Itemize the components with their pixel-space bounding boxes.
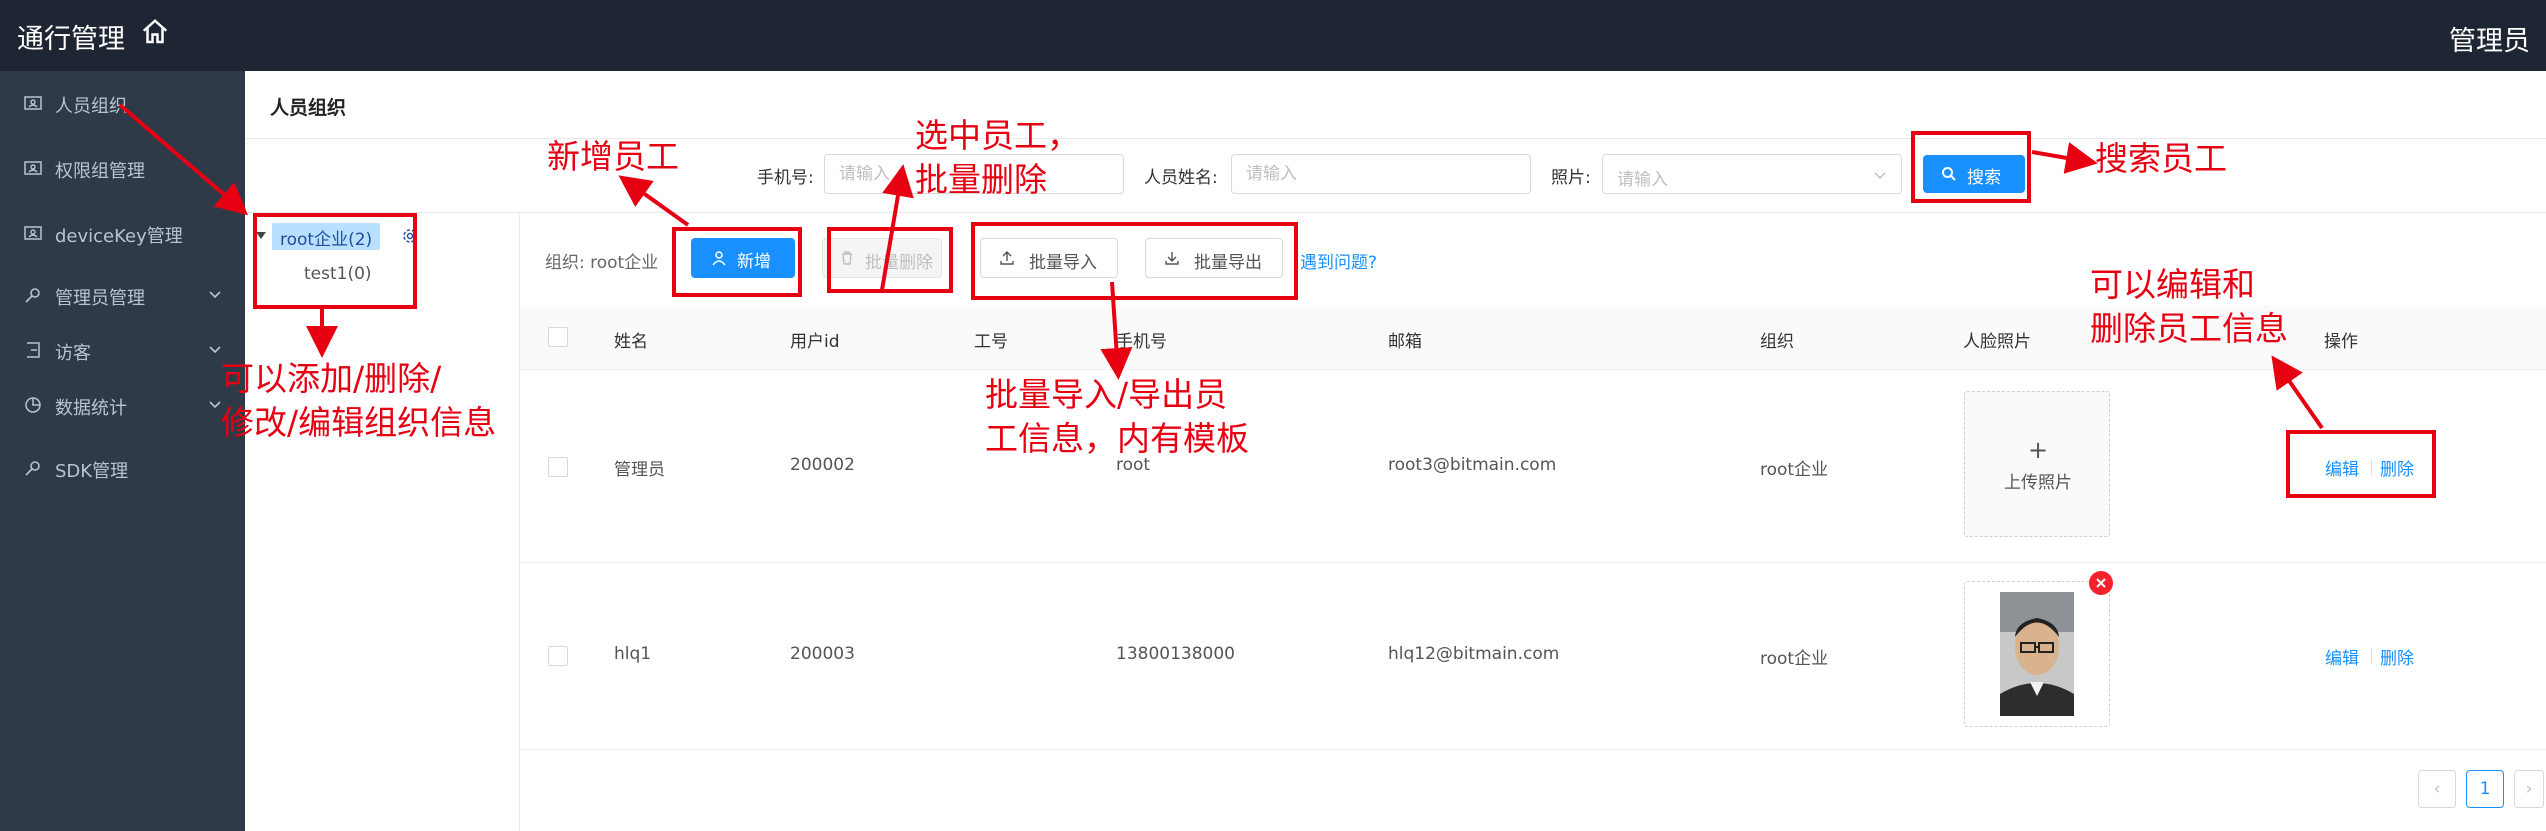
cell-org: root企业: [1760, 460, 1829, 480]
sidebar-item-admin-management[interactable]: 管理员管理: [0, 271, 245, 321]
sidebar-item-label: 权限组管理: [55, 161, 145, 182]
remove-photo-button[interactable]: [2089, 571, 2113, 595]
current-org-label: 组织: root企业: [545, 253, 659, 273]
cell-org: root企业: [1760, 649, 1829, 669]
name-label: 人员姓名:: [1144, 168, 1218, 188]
sidebar-item-personnel-org[interactable]: 人员组织: [0, 79, 245, 129]
annotation-box-add: [672, 227, 802, 297]
edit-link[interactable]: 编辑: [2325, 644, 2359, 669]
face-photo[interactable]: [1964, 581, 2110, 727]
upload-photo-box[interactable]: + 上传照片: [1964, 391, 2110, 537]
chevron-down-icon: [209, 291, 221, 299]
user-menu[interactable]: 管理员: [2449, 19, 2530, 58]
divider: [2371, 648, 2372, 664]
phone-label: 手机号:: [757, 168, 814, 188]
key-icon: [25, 288, 40, 303]
sidebar-item-label: 数据统计: [55, 398, 127, 419]
cell-email: hlq12@bitmain.com: [1388, 644, 1560, 664]
chevron-down-icon: [1874, 172, 1886, 180]
delete-link[interactable]: 删除: [2380, 644, 2414, 669]
app-title: 通行管理: [17, 24, 125, 55]
annotation-box-edit-delete: [2286, 430, 2436, 498]
cell-phone: 13800138000: [1116, 644, 1235, 664]
column-header: 邮箱: [1388, 332, 1422, 352]
column-header: 操作: [2324, 332, 2358, 352]
key-icon: [25, 461, 40, 476]
name-input[interactable]: [1231, 154, 1531, 194]
face-photo-image: [2000, 592, 2074, 716]
login-icon: [27, 342, 40, 358]
annotation-box-search: [1911, 131, 2031, 203]
home-icon[interactable]: [140, 17, 170, 47]
column-header: 组织: [1760, 332, 1794, 352]
cell-name: hlq1: [614, 644, 652, 664]
sidebar-item-label: 人员组织: [55, 96, 127, 117]
id-card-icon: [24, 161, 42, 175]
photo-select-placeholder: 请输入: [1617, 170, 1668, 190]
top-bar: 通行管理 管理员: [0, 0, 2546, 71]
row-checkbox[interactable]: [548, 646, 568, 666]
column-header: 工号: [974, 332, 1008, 352]
select-all-checkbox[interactable]: [548, 327, 568, 347]
photo-label: 照片:: [1551, 168, 1591, 188]
annotation-batch-delete: 选中员工， 批量删除: [915, 116, 1080, 199]
sidebar-item-statistics[interactable]: 数据统计: [0, 381, 245, 431]
cell-user-id: 200002: [790, 455, 855, 475]
annotation-org-info: 可以添加/删除/ 修改/编辑组织信息: [221, 359, 497, 442]
annotation-box-import-export: [971, 222, 1298, 300]
sidebar-item-visitor[interactable]: 访客: [0, 326, 245, 376]
sidebar-item-label: SDK管理: [55, 461, 129, 482]
sidebar-item-devicekey[interactable]: deviceKey管理: [0, 209, 245, 259]
upload-photo-label: 上传照片: [2004, 473, 2072, 493]
annotation-import-export: 批量导入/导出员 工信息，内有模板: [985, 375, 1249, 458]
column-header: 用户id: [790, 332, 840, 352]
table-row: 管理员 200002 root root3@bitmain.com root企业…: [520, 371, 2546, 563]
page-title: 人员组织: [270, 97, 347, 119]
divider: [245, 212, 2546, 213]
sidebar-item-label: deviceKey管理: [55, 226, 183, 247]
photo-select[interactable]: 请输入: [1602, 154, 1902, 194]
id-card-icon: [24, 226, 42, 240]
annotation-add-employee: 新增员工: [547, 137, 679, 176]
annotation-box-batch-delete: [827, 227, 953, 293]
next-page-button[interactable]: ›: [2514, 770, 2544, 808]
cell-user-id: 200003: [790, 644, 855, 664]
help-link[interactable]: 遇到问题?: [1300, 248, 1377, 273]
cell-email: root3@bitmain.com: [1388, 455, 1557, 475]
table-row: hlq1 200003 13800138000 hlq12@bitmain.co…: [520, 563, 2546, 750]
plus-icon: +: [2027, 436, 2049, 464]
annotation-edit-delete: 可以编辑和 删除员工信息: [2090, 265, 2288, 348]
sidebar-item-permission-group[interactable]: 权限组管理: [0, 144, 245, 194]
column-header: 姓名: [614, 332, 648, 352]
annotation-box-org-tree: [253, 213, 417, 309]
pie-chart-icon: [25, 397, 41, 413]
id-card-icon: [24, 96, 42, 110]
sidebar-item-label: 管理员管理: [55, 288, 145, 309]
column-header: 人脸照片: [1963, 332, 2031, 352]
sidebar-item-label: 访客: [55, 343, 91, 364]
column-header: 手机号: [1116, 332, 1167, 352]
prev-page-button[interactable]: ‹: [2418, 770, 2456, 808]
sidebar: 人员组织 权限组管理 deviceKey管理 管理员管理 访客 数据统计 SDK…: [0, 71, 245, 831]
row-checkbox[interactable]: [548, 457, 568, 477]
page-number[interactable]: 1: [2466, 770, 2504, 808]
chevron-down-icon: [209, 346, 221, 354]
sidebar-item-sdk[interactable]: SDK管理: [0, 444, 245, 494]
annotation-search-employee: 搜索员工: [2095, 139, 2227, 178]
close-icon: [2096, 578, 2106, 588]
cell-name: 管理员: [614, 460, 665, 480]
